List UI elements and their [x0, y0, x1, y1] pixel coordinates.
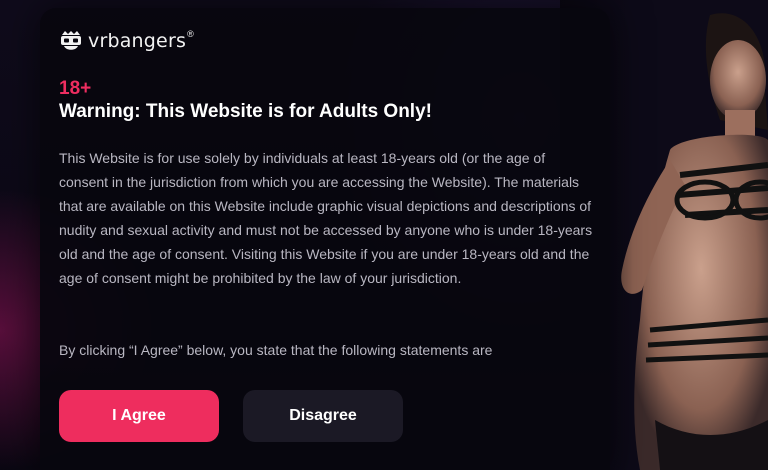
agreement-paragraph: By clicking “I Agree” below, you state t… [59, 342, 493, 358]
disclaimer-paragraph: This Website is for use solely by indivi… [59, 150, 593, 286]
agree-button[interactable]: I Agree [59, 390, 219, 442]
modal-title: Warning: This Website is for Adults Only… [59, 101, 432, 122]
brand-logo[interactable]: vrbangers ® [59, 28, 194, 54]
registered-mark: ® [187, 29, 194, 39]
vr-headset-mascot-icon [61, 31, 81, 50]
age-warning-modal: vrbangers ® 18+ Warning: This Website is… [40, 8, 610, 470]
age-gate-page: vrbangers ® 18+ Warning: This Website is… [0, 0, 768, 470]
text-fade-overlay [40, 360, 610, 390]
age-badge: 18+ [59, 78, 92, 99]
disagree-button[interactable]: Disagree [243, 390, 403, 442]
brand-name: vrbangers [88, 30, 187, 52]
